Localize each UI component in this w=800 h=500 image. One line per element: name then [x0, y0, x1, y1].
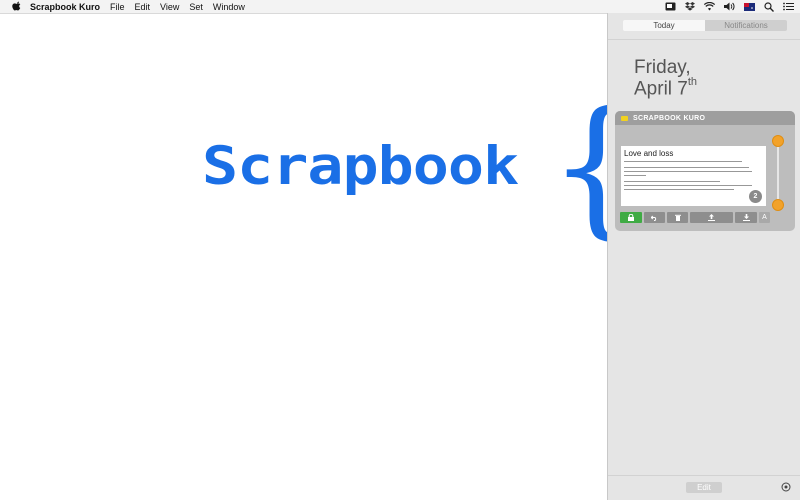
- notification-center-panel: Today Notifications Friday, April 7th SC…: [607, 13, 800, 500]
- app-menu-name[interactable]: Scrapbook Kuro: [30, 2, 100, 12]
- upload-icon: [708, 214, 715, 221]
- flag-icon[interactable]: [744, 2, 755, 11]
- widget-title: SCRAPBOOK KURO: [633, 114, 706, 122]
- date-weekday: Friday,: [634, 57, 691, 78]
- lock-icon: [628, 214, 634, 221]
- tab-today[interactable]: Today: [623, 20, 705, 31]
- menu-set[interactable]: Set: [189, 2, 203, 12]
- delete-button[interactable]: [667, 212, 688, 223]
- widget-toolbar: A: [620, 212, 770, 223]
- settings-icon[interactable]: [781, 482, 791, 492]
- dropbox-icon[interactable]: [685, 2, 695, 11]
- note-slider-track[interactable]: [777, 141, 779, 201]
- apple-icon[interactable]: [12, 1, 22, 12]
- undo-icon: [651, 215, 657, 221]
- date-day: April 7th: [634, 76, 698, 100]
- status-bar: [665, 0, 794, 13]
- note-title: Love and loss: [624, 149, 674, 158]
- note-count-badge: 2: [749, 190, 762, 203]
- note-text-line: [624, 189, 734, 190]
- widget-header: SCRAPBOOK KURO: [615, 111, 795, 125]
- date-month-day: April 7: [634, 78, 688, 100]
- note-text-line: [624, 185, 752, 186]
- edit-button[interactable]: Edit: [686, 482, 722, 493]
- font-button[interactable]: A: [759, 212, 770, 223]
- trash-icon: [674, 214, 681, 221]
- notification-center-icon[interactable]: [783, 2, 794, 11]
- note-text-line: [624, 167, 749, 168]
- note-text-line: [624, 175, 646, 176]
- divider: [608, 39, 800, 40]
- menu-view[interactable]: View: [160, 2, 179, 12]
- tab-notifications[interactable]: Notifications: [705, 20, 787, 31]
- import-button[interactable]: [735, 212, 757, 223]
- note-text-line: [624, 171, 752, 172]
- scrapbook-status-icon[interactable]: [665, 2, 676, 11]
- note-text-line: [624, 161, 742, 162]
- undo-button[interactable]: [644, 212, 665, 223]
- scrapbook-widget: SCRAPBOOK KURO Love and loss 2 A: [615, 111, 795, 231]
- lock-button[interactable]: [620, 212, 642, 223]
- date-suffix: th: [687, 76, 698, 88]
- scrapbook-widget-icon: [621, 115, 628, 121]
- wifi-icon[interactable]: [704, 2, 715, 11]
- slider-up-knob[interactable]: [772, 135, 784, 147]
- download-icon: [742, 214, 750, 221]
- menu-bar: Scrapbook Kuro File Edit View Set Window: [0, 0, 800, 14]
- divider: [608, 475, 800, 476]
- volume-icon[interactable]: [724, 2, 735, 11]
- slider-down-knob[interactable]: [772, 199, 784, 211]
- note-text-line: [624, 181, 720, 182]
- scrapbook-wordmark: Scrapbook: [202, 135, 519, 198]
- menu-window[interactable]: Window: [213, 2, 245, 12]
- menu-edit[interactable]: Edit: [135, 2, 151, 12]
- menu-file[interactable]: File: [110, 2, 125, 12]
- notification-center-tabs: Today Notifications: [623, 20, 787, 31]
- spotlight-icon[interactable]: [764, 1, 774, 12]
- note-preview[interactable]: Love and loss 2: [621, 146, 766, 206]
- export-button[interactable]: [690, 212, 733, 223]
